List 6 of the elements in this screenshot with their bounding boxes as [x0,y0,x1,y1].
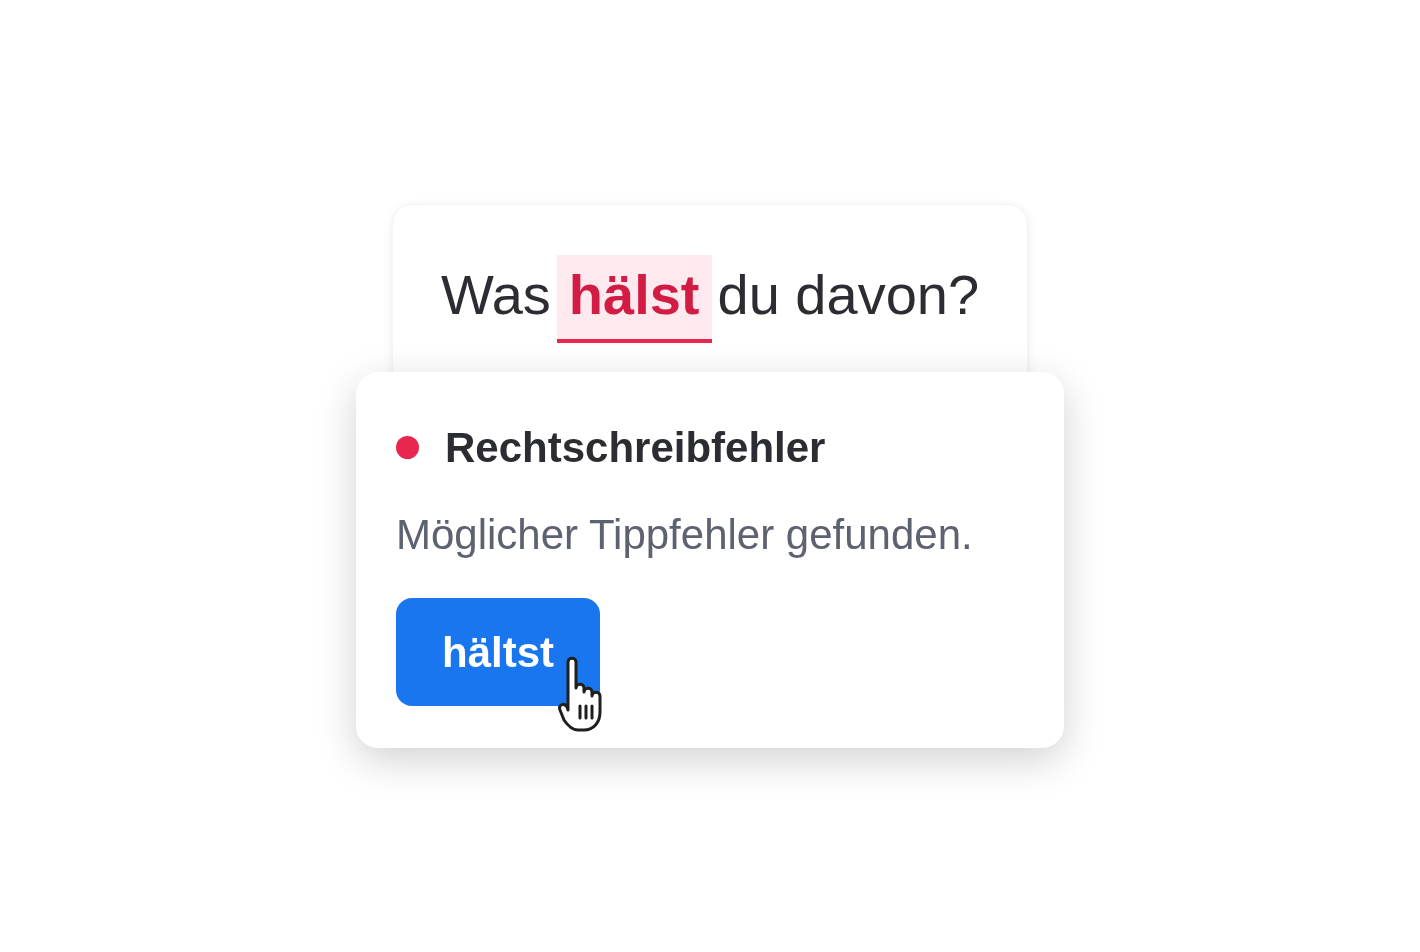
flagged-word: hälst [556,255,712,343]
sentence-text: Was [440,262,551,328]
sentence-text: du davon? [717,262,980,328]
issue-title: Rechtschreibfehler [445,423,826,473]
suggestion-button[interactable]: hältst [396,598,600,706]
issue-message: Möglicher Tippfehler gefunden. [396,510,974,560]
